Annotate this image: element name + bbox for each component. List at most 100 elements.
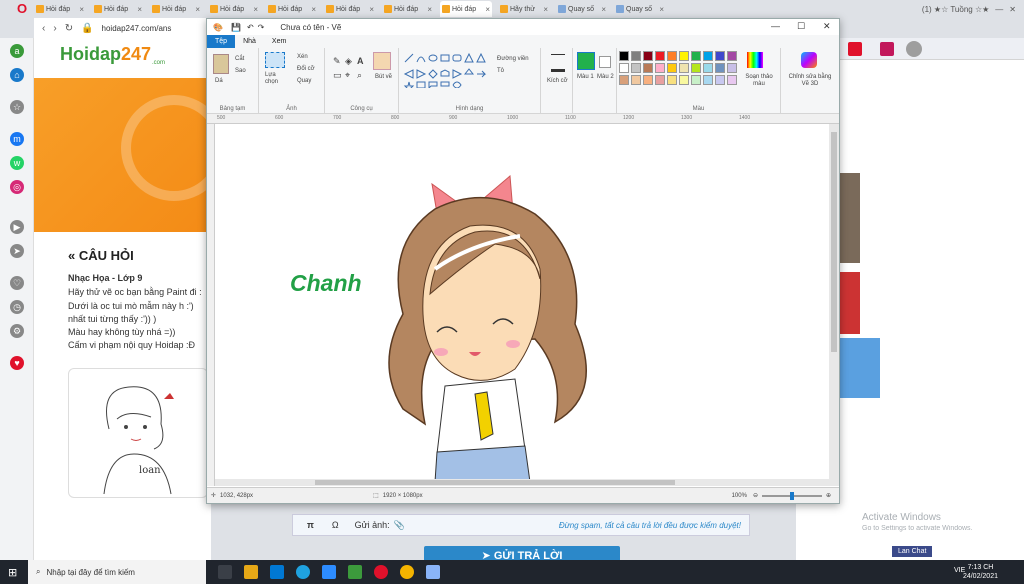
forward-icon[interactable]: › [53,23,56,34]
minimize-icon[interactable]: — [995,5,1003,14]
browser-tab[interactable]: Quay số × [556,1,608,17]
cut-button[interactable]: Cắt [235,56,244,62]
palette-swatch[interactable] [691,75,701,85]
paint-close-icon[interactable]: ✕ [823,21,831,32]
zoom-in-icon[interactable]: ⊕ [826,492,831,499]
question-image[interactable]: loan [68,368,208,498]
task-view-icon[interactable] [218,565,232,579]
tab-close-icon[interactable]: × [485,5,490,14]
palette-swatch[interactable] [619,63,629,73]
size-icon[interactable] [551,54,565,72]
select-icon[interactable] [265,52,285,68]
windows-start-icon[interactable]: ⊞ [8,566,17,579]
rotate-button[interactable]: Quay [297,78,311,84]
resize-button[interactable]: Đổi cỡ [297,66,315,72]
tab-close-icon[interactable]: × [79,5,84,14]
tab-close-icon[interactable]: × [659,5,664,14]
paste-icon[interactable] [213,54,229,74]
heart-icon[interactable]: ♡ [10,276,24,290]
question-subject[interactable]: Nhạc Họa - Lớp 9 [68,273,142,283]
palette-swatch[interactable] [715,63,725,73]
palette-swatch[interactable] [679,75,689,85]
size-button[interactable]: Kích cỡ [547,78,568,84]
palette-swatch[interactable] [655,51,665,61]
pencil-icon[interactable]: ✎ [333,56,341,67]
tab-close-icon[interactable]: × [369,5,374,14]
browser-tab[interactable]: Hỏi đáp × [266,1,318,17]
edit-colors-icon[interactable] [747,52,763,68]
palette-swatch[interactable] [643,75,653,85]
paste-button[interactable]: Dá [215,78,223,84]
crop-button[interactable]: Xén [297,54,308,60]
tab-close-icon[interactable]: × [253,5,258,14]
messenger-icon[interactable]: m [10,132,24,146]
eraser-icon[interactable]: ▭ [333,70,342,81]
color-picker-icon[interactable]: ⌖ [345,70,350,81]
side-banner[interactable] [840,272,860,334]
edge-icon[interactable] [296,565,310,579]
magnifier-icon[interactable]: ⌕ [357,70,362,81]
vertical-scroll-thumb[interactable] [831,132,837,352]
palette-swatch[interactable] [715,51,725,61]
browser-tab[interactable]: Hỏi đáp × [208,1,260,17]
palette-swatch[interactable] [631,51,641,61]
zoom-slider[interactable] [761,491,822,500]
horizontal-scrollbar[interactable] [215,479,829,486]
browser-tab[interactable]: Hỏi đáp × [34,1,86,17]
send-image-label[interactable]: Gửi ảnh: [355,520,390,530]
palette-swatch[interactable] [655,75,665,85]
tab-close-icon[interactable]: × [427,5,432,14]
tab-close-icon[interactable]: × [137,5,142,14]
palette-swatch[interactable] [691,51,701,61]
browser-tab[interactable]: Hỏi đáp × [92,1,144,17]
paint-minimize-icon[interactable]: — [771,21,780,31]
palette-swatch[interactable] [619,75,629,85]
brushes-icon[interactable] [373,52,391,70]
taskbar-clock[interactable]: 7:13 CH 24/02/2021 [963,563,998,581]
tab-close-icon[interactable]: × [195,5,200,14]
tab-close-icon[interactable]: × [601,5,606,14]
select-button[interactable]: Lựa chọn [265,72,289,86]
language-indicator[interactable]: VIE [954,567,965,574]
palette-swatch[interactable] [667,75,677,85]
undo-icon[interactable]: ↶ [247,23,254,32]
palette-swatch[interactable] [631,75,641,85]
palette-swatch[interactable] [667,51,677,61]
send-icon[interactable]: ➤ [10,244,24,258]
brushes-button[interactable]: Bút vẽ [375,74,392,80]
url-field[interactable]: hoidap247.com/ans [102,24,172,33]
site-logo[interactable]: Hoidap247 [60,44,151,65]
instagram-icon[interactable]: ◎ [10,180,24,194]
menu-file[interactable]: Tệp [207,35,236,48]
vertical-scrollbar[interactable] [829,124,839,486]
text-icon[interactable]: A [357,56,364,66]
close-icon[interactable]: ✕ [1009,5,1016,14]
paint3d-button[interactable]: Chỉnh sửa bằng Vẽ 3D [785,74,835,88]
browser-tab[interactable]: Hãy thử × [498,1,550,17]
omega-button[interactable]: Ω [332,520,339,530]
palette-swatch[interactable] [679,51,689,61]
palette-swatch[interactable] [655,63,665,73]
fill-dropdown[interactable]: Tô [497,68,504,74]
zoom-slider-thumb[interactable] [789,491,794,500]
palette-swatch[interactable] [667,63,677,73]
attach-icon[interactable]: 📎 [394,520,405,531]
browser-tab[interactable]: Hỏi đáp × [382,1,434,17]
avatar[interactable] [906,41,922,57]
color1-swatch[interactable] [577,52,595,70]
palette-swatch[interactable] [619,51,629,61]
browser-tab[interactable]: Hỏi đáp × [324,1,376,17]
zoom-app-icon[interactable] [322,565,336,579]
palette-swatch[interactable] [691,63,701,73]
app-icon[interactable] [348,565,362,579]
redo-icon[interactable]: ↷ [258,23,265,32]
horizontal-scroll-thumb[interactable] [315,480,675,485]
palette-swatch[interactable] [727,63,737,73]
reload-icon[interactable]: ↻ [65,23,73,34]
home-icon[interactable]: ⌂ [10,68,24,82]
opera-logo-icon[interactable]: O [14,1,30,17]
menu-home[interactable]: Nhà [235,35,264,48]
palette-swatch[interactable] [703,75,713,85]
mail-icon[interactable] [270,565,284,579]
player-icon[interactable]: ▶ [10,220,24,234]
